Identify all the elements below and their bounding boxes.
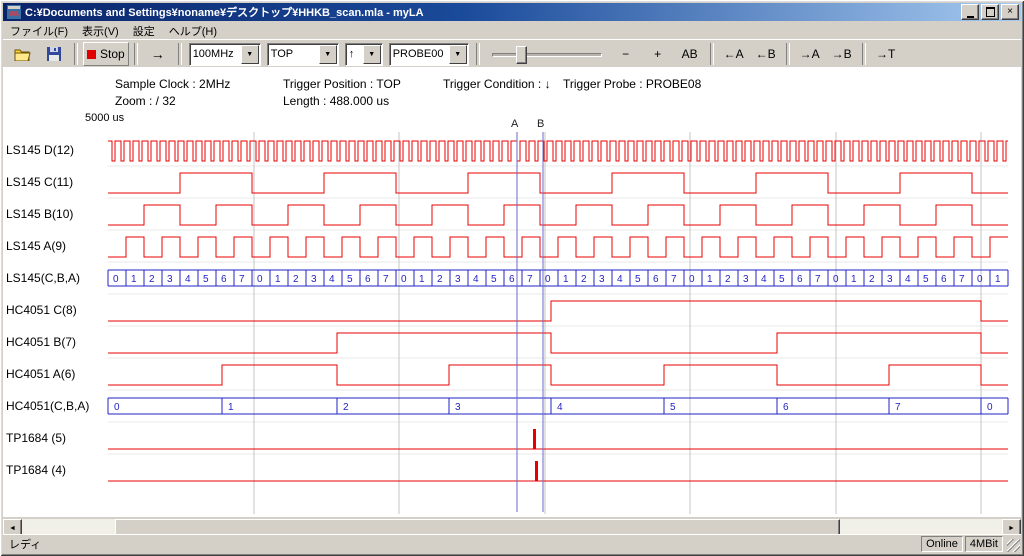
channel-label[interactable]: HC4051 A(6) xyxy=(6,364,75,384)
svg-text:1: 1 xyxy=(995,274,1001,285)
svg-text:2: 2 xyxy=(149,274,155,285)
svg-text:6: 6 xyxy=(653,274,659,285)
svg-text:4: 4 xyxy=(905,274,911,285)
svg-text:3: 3 xyxy=(743,274,749,285)
svg-text:0: 0 xyxy=(257,274,263,285)
svg-text:5: 5 xyxy=(635,274,641,285)
svg-text:4: 4 xyxy=(473,274,479,285)
svg-text:0: 0 xyxy=(833,274,839,285)
svg-text:1: 1 xyxy=(275,274,281,285)
svg-text:1: 1 xyxy=(851,274,857,285)
svg-text:6: 6 xyxy=(509,274,515,285)
svg-text:0: 0 xyxy=(987,402,993,413)
svg-text:2: 2 xyxy=(869,274,875,285)
channel-label[interactable]: TP1684 (5) xyxy=(6,428,66,448)
channel-label[interactable]: HC4051(C,B,A) xyxy=(6,396,89,416)
svg-text:4: 4 xyxy=(329,274,335,285)
svg-text:0: 0 xyxy=(689,274,695,285)
svg-text:7: 7 xyxy=(815,274,821,285)
svg-text:7: 7 xyxy=(671,274,677,285)
svg-text:0: 0 xyxy=(113,274,119,285)
app-window: C:¥Documents and Settings¥noname¥デスクトップ¥… xyxy=(0,0,1024,556)
svg-text:5: 5 xyxy=(670,402,676,413)
svg-text:1: 1 xyxy=(563,274,569,285)
svg-text:7: 7 xyxy=(239,274,245,285)
svg-text:0: 0 xyxy=(114,402,120,413)
svg-text:3: 3 xyxy=(455,274,461,285)
status-online-badge: Online xyxy=(921,536,963,552)
svg-text:2: 2 xyxy=(293,274,299,285)
svg-text:6: 6 xyxy=(221,274,227,285)
svg-text:1: 1 xyxy=(707,274,713,285)
svg-text:6: 6 xyxy=(797,274,803,285)
svg-text:7: 7 xyxy=(959,274,965,285)
svg-text:5: 5 xyxy=(779,274,785,285)
svg-text:7: 7 xyxy=(527,274,533,285)
svg-text:2: 2 xyxy=(437,274,443,285)
status-bar: レディ Online 4MBit xyxy=(3,534,1021,553)
svg-text:5: 5 xyxy=(203,274,209,285)
resize-grip[interactable] xyxy=(1007,539,1020,552)
channel-label[interactable]: LS145(C,B,A) xyxy=(6,268,80,288)
svg-text:1: 1 xyxy=(131,274,137,285)
channel-label[interactable]: LS145 C(11) xyxy=(6,172,73,192)
svg-text:3: 3 xyxy=(599,274,605,285)
svg-text:3: 3 xyxy=(455,402,461,413)
svg-text:4: 4 xyxy=(557,402,563,413)
svg-text:4: 4 xyxy=(617,274,623,285)
svg-text:3: 3 xyxy=(887,274,893,285)
svg-text:6: 6 xyxy=(365,274,371,285)
status-memory-badge: 4MBit xyxy=(965,536,1003,552)
svg-text:4: 4 xyxy=(761,274,767,285)
channel-label[interactable]: HC4051 B(7) xyxy=(6,332,76,352)
svg-text:0: 0 xyxy=(977,274,983,285)
scrollbar-track[interactable] xyxy=(22,519,1002,535)
svg-text:2: 2 xyxy=(581,274,587,285)
svg-text:3: 3 xyxy=(167,274,173,285)
cursor-b-label[interactable]: B xyxy=(537,118,544,130)
waveform-canvas[interactable]: 0 1 2 3 4 5 6 7 0 1 2 3 4 5 6 7 0 1 2 3 4 5 6 7 0 1 2 3 4 5 6 7 0 1 2 3 4 5 6 7… xyxy=(0,0,1024,556)
svg-text:2: 2 xyxy=(725,274,731,285)
svg-text:4: 4 xyxy=(185,274,191,285)
svg-text:3: 3 xyxy=(311,274,317,285)
svg-text:1: 1 xyxy=(419,274,425,285)
svg-text:6: 6 xyxy=(941,274,947,285)
status-ready-text: レディ xyxy=(3,536,921,552)
svg-text:0: 0 xyxy=(545,274,551,285)
cursor-a-label[interactable]: A xyxy=(511,118,518,130)
svg-text:5: 5 xyxy=(347,274,353,285)
svg-text:7: 7 xyxy=(383,274,389,285)
svg-text:7: 7 xyxy=(895,402,901,413)
channel-label[interactable]: LS145 A(9) xyxy=(6,236,66,256)
channel-label[interactable]: HC4051 C(8) xyxy=(6,300,77,320)
channel-label[interactable]: LS145 D(12) xyxy=(6,140,74,160)
svg-text:1: 1 xyxy=(228,402,234,413)
svg-text:6: 6 xyxy=(783,402,789,413)
svg-text:5: 5 xyxy=(923,274,929,285)
svg-text:0: 0 xyxy=(401,274,407,285)
svg-text:5: 5 xyxy=(491,274,497,285)
channel-label[interactable]: TP1684 (4) xyxy=(6,460,66,480)
svg-text:2: 2 xyxy=(343,402,349,413)
channel-label[interactable]: LS145 B(10) xyxy=(6,204,73,224)
horizontal-scrollbar[interactable]: ◄ ► xyxy=(3,519,1021,535)
